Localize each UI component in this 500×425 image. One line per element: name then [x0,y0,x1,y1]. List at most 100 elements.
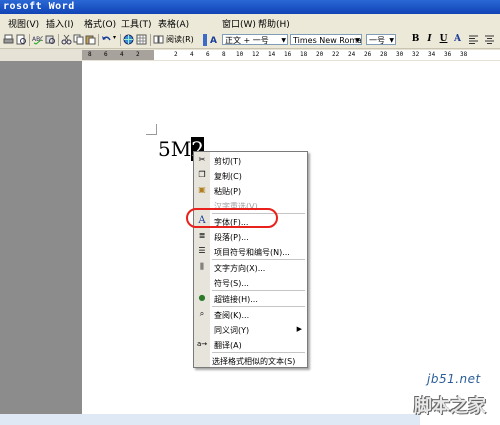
font-select[interactable]: Times New Roman ▼ [290,34,362,45]
chevron-down-icon: ▼ [355,37,360,44]
translate-icon: a→ [197,340,208,348]
watermark-name: 脚本之家 [414,396,486,417]
paste-icon[interactable] [85,34,96,45]
menu-item-paste[interactable]: ▣ 粘贴(P) [194,184,307,197]
reading-layout-icon[interactable] [153,34,164,45]
menu-item-synonyms[interactable]: 同义词(Y) ▶ [194,323,307,336]
hyperlink-icon: ● [198,293,206,302]
menu-item-label: 超链接(H)... [214,295,258,304]
reading-button[interactable]: 阅读(R) [166,34,194,45]
style-select-value: 正文 + 一号 [225,36,269,45]
highlight-ring [186,208,278,228]
ruler-tick: 30 [396,51,404,58]
ruler-tick: 16 [284,51,292,58]
ruler-tick: 2 [174,51,178,58]
svg-text:A: A [210,36,217,45]
menu-item-label: 同义词(Y) [214,326,250,335]
ruler-tick: 24 [348,51,356,58]
font-select-value: Times New Roman [293,36,362,45]
ruler-tick: 14 [268,51,276,58]
svg-text:ABC: ABC [32,36,43,43]
menu-item-text-direction[interactable]: ⫼ 文字方向(X)... [194,261,307,274]
menu-tools[interactable]: 工具(T) [121,17,152,30]
menu-table[interactable]: 表格(A) [158,17,189,30]
ruler-tick: 10 [236,51,244,58]
menu-item-translate[interactable]: a→ 翻译(A) [194,338,307,351]
ruler-tick: 18 [300,51,308,58]
menu-insert[interactable]: 插入(I) [46,17,74,30]
research-icon: ⌕ [199,309,205,318]
menu-item-hyperlink[interactable]: ● 超链接(H)... [194,292,307,305]
toolbar-grip[interactable] [203,34,207,46]
bold-button[interactable]: B [410,34,421,45]
menu-window[interactable]: 窗口(W) [222,17,256,30]
bottom-band [0,414,420,425]
ruler-tick: 20 [316,51,324,58]
underline-button[interactable]: U [438,34,449,45]
menu-item-label: 粘贴(P) [214,187,242,196]
paragraph-icon: ≣ [198,231,206,240]
menu-item-symbol[interactable]: 符号(S)... [194,276,307,289]
toolbar-separator [58,34,59,46]
menu-item-bullets[interactable]: ☰ 项目符号和编号(N)... [194,245,307,258]
menu-separator [212,259,305,260]
menu-bar: 视图(V) 插入(I) 格式(O) 工具(T) 表格(A) 窗口(W) 帮助(H… [0,14,500,33]
menu-format[interactable]: 格式(O) [84,17,116,30]
table-icon[interactable] [136,34,147,45]
menu-item-label: 项目符号和编号(N)... [214,248,290,257]
ruler-tick: 12 [252,51,260,58]
cut-icon[interactable] [61,34,72,45]
font-color-button[interactable]: A [452,34,463,45]
title-bar: rosoft Word [0,0,500,14]
copy-icon[interactable] [73,34,84,45]
ruler-tick: 34 [428,51,436,58]
menu-item-label: 文字方向(X)... [214,264,266,273]
menu-separator [212,306,305,307]
ruler-tick: 26 [364,51,372,58]
toolbar-separator [150,34,151,46]
toolbar-separator [120,34,121,46]
ruler-tick: 6 [206,51,210,58]
horizontal-ruler[interactable]: 8 6 4 2 2 4 6 8 10 12 14 16 18 20 22 24 … [82,50,500,60]
menu-item-research[interactable]: ⌕ 查阅(K)... [194,308,307,321]
dropdown-arrow-icon[interactable]: ▾ [113,34,116,41]
menu-separator [212,290,305,291]
styles-icon[interactable]: A [210,34,221,45]
research-icon[interactable] [45,34,56,45]
ruler-tick: 32 [412,51,420,58]
spelling-icon[interactable]: ABC [32,34,43,45]
menu-item-copy[interactable]: ❐ 复制(C) [194,169,307,182]
menu-item-label: 选择格式相似的文本(S) [212,357,296,366]
print-icon[interactable] [3,34,14,45]
menu-item-label: 查阅(K)... [214,311,250,320]
menu-item-label: 复制(C) [214,172,242,181]
italic-button[interactable]: I [424,34,435,45]
toolbar: ABC ▾ 阅读(R) A 正文 + 一号 ▼ Times New Roman … [0,32,500,49]
style-select[interactable]: 正文 + 一号 ▼ [222,34,288,45]
menu-help[interactable]: 帮助(H) [258,17,290,30]
menu-view[interactable]: 视图(V) [8,17,39,30]
ruler-tick: 8 [88,51,92,58]
page-margin-mark [146,124,157,135]
print-preview-icon[interactable] [16,34,27,45]
menu-separator [212,352,305,353]
copy-icon: ❐ [198,170,206,179]
size-select[interactable]: 一号 ▼ [366,34,396,45]
menu-item-cut[interactable]: ✂ 剪切(T) [194,154,307,167]
menu-item-label: 剪切(T) [214,157,242,166]
hyperlink-icon[interactable] [123,34,134,45]
align-left-icon[interactable] [468,34,479,45]
ruler-tick: 22 [332,51,340,58]
ruler-tick: 8 [222,51,226,58]
size-select-value: 一号 [369,36,385,45]
ruler-tick: 36 [444,51,452,58]
menu-item-label: 翻译(A) [214,341,242,350]
chevron-down-icon: ▼ [389,37,394,44]
bullets-icon: ☰ [198,246,206,255]
undo-icon[interactable] [101,34,112,45]
submenu-arrow-icon: ▶ [296,325,302,333]
chevron-down-icon: ▼ [281,37,286,44]
align-center-icon[interactable] [484,34,495,45]
menu-item-paragraph[interactable]: ≣ 段落(P)... [194,230,307,243]
menu-item-select-similar[interactable]: 选择格式相似的文本(S) [194,354,307,367]
